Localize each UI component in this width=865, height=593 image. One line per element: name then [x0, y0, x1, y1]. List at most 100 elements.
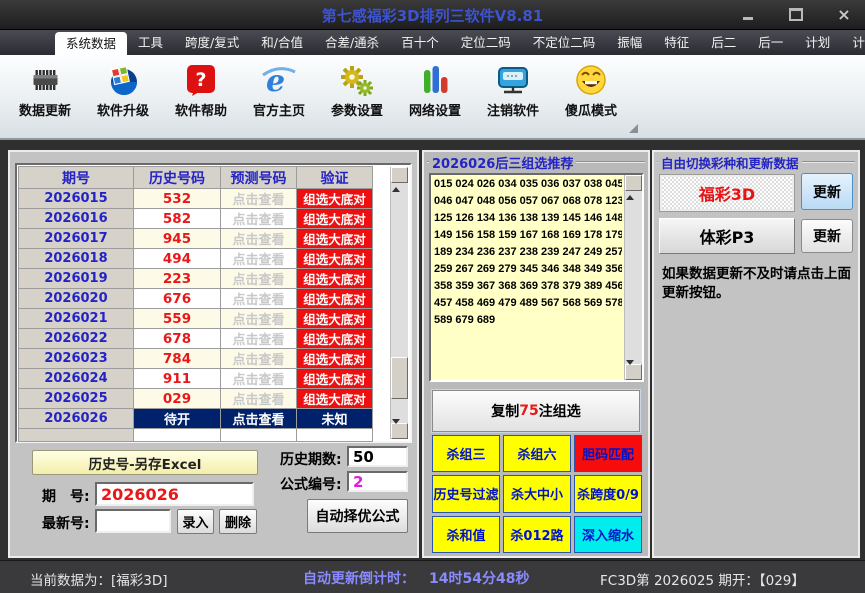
- menu-tab[interactable]: 跨度/复式: [174, 30, 250, 55]
- enter-button[interactable]: 录入: [177, 509, 214, 534]
- menu-tab[interactable]: 工具: [127, 30, 174, 55]
- table-empty-cell: [134, 429, 221, 442]
- filter-button[interactable]: 杀和值: [432, 515, 500, 553]
- scroll-down-button[interactable]: [391, 419, 408, 443]
- filter-button[interactable]: 深入缩水: [574, 515, 642, 553]
- toolbar-button[interactable]: ? 软件帮助: [164, 62, 238, 119]
- toolbar-button[interactable]: 网络设置: [398, 62, 472, 119]
- close-icon: ×: [837, 4, 851, 24]
- close-button[interactable]: ×: [835, 6, 853, 23]
- table-predict-link[interactable]: 点击查看: [221, 249, 297, 269]
- formula-number-input[interactable]: [347, 471, 408, 492]
- upgrade-icon: [105, 62, 141, 98]
- table-period-cell: 2026022: [19, 329, 134, 349]
- toolbar-button[interactable]: e 官方主页: [242, 62, 316, 119]
- table-verify-cell: 组选大底对: [297, 349, 373, 369]
- menu-tab[interactable]: 计划2: [841, 30, 865, 55]
- filter-button[interactable]: 杀大中小: [503, 475, 571, 513]
- toolbar-button[interactable]: 软件升级: [86, 62, 160, 119]
- numbers-scrollbar[interactable]: [624, 175, 642, 384]
- menu-tab[interactable]: 振幅: [606, 30, 653, 55]
- toolbar-button[interactable]: 参数设置: [320, 62, 394, 119]
- table-predict-link[interactable]: 点击查看: [221, 389, 297, 409]
- table-verify-cell: 组选大底对: [297, 269, 373, 289]
- table-predict-link[interactable]: 点击查看: [221, 189, 297, 209]
- table-predict-link[interactable]: 点击查看: [221, 369, 297, 389]
- table-period-cell: 2026018: [19, 249, 134, 269]
- table-period-cell: 2026023: [19, 349, 134, 369]
- main-toolbar: 数据更新 软件升级? 软件帮助 e 官方主页 参数设置 网络设置 注销软件 傻瓜模式: [0, 55, 865, 140]
- save-excel-button[interactable]: 历史号-另存Excel: [32, 450, 258, 475]
- lottery-switch-panel: 自由切换彩种和更新数据 福彩3D 更新 体彩P3 更新 如果数据更新不及时请点击…: [652, 150, 860, 558]
- recommend-numbers-text[interactable]: 015 024 026 034 035 036 037 038 045 046 …: [434, 176, 622, 378]
- menu-tab[interactable]: 不定位二码: [522, 30, 607, 55]
- delete-button[interactable]: 删除: [219, 509, 257, 534]
- table-predict-link[interactable]: 点击查看: [221, 229, 297, 249]
- table-predict-link[interactable]: 点击查看: [221, 209, 297, 229]
- window-title: 第七感福彩3D排列三软件V8.81: [321, 7, 544, 25]
- latest-number-label: 最新号:: [42, 516, 90, 532]
- table-predict-link[interactable]: 点击查看: [221, 289, 297, 309]
- table-empty-cell: [221, 429, 297, 442]
- arrow-down-icon: [626, 360, 634, 384]
- maximize-icon: [789, 8, 803, 21]
- arrow-up-icon: [626, 176, 634, 200]
- table-predict-link[interactable]: 点击查看: [221, 349, 297, 369]
- table-history-cell: 678: [134, 329, 221, 349]
- menu-tab[interactable]: 后一: [747, 30, 794, 55]
- scroll-down-button[interactable]: [625, 360, 642, 384]
- menu-tab[interactable]: 定位二码: [450, 30, 522, 55]
- table-history-cell: 582: [134, 209, 221, 229]
- table-history-cell: 676: [134, 289, 221, 309]
- maximize-button[interactable]: [787, 6, 805, 23]
- filter-button[interactable]: 杀跨度0/9: [574, 475, 642, 513]
- toolbar-button[interactable]: 数据更新: [8, 62, 82, 119]
- toolbar-grip-icon[interactable]: [629, 124, 638, 133]
- period-input[interactable]: [95, 482, 254, 506]
- fc3d-button[interactable]: 福彩3D: [659, 174, 795, 212]
- filter-button[interactable]: 杀012路: [503, 515, 571, 553]
- toolbar-button[interactable]: 注销软件: [476, 62, 550, 119]
- toolbar-button-label: 软件帮助: [174, 104, 227, 119]
- scroll-up-button[interactable]: [391, 167, 408, 192]
- table-scrollbar[interactable]: [390, 167, 408, 443]
- filter-button[interactable]: 历史号过滤: [432, 475, 500, 513]
- p3-button[interactable]: 体彩P3: [659, 218, 795, 254]
- table-predict-link[interactable]: 点击查看: [221, 309, 297, 329]
- filter-button[interactable]: 杀组三: [432, 435, 500, 473]
- toolbar-button[interactable]: 傻瓜模式: [554, 62, 628, 119]
- menu-tab[interactable]: 系统数据: [55, 32, 128, 55]
- menu-tab[interactable]: 百十个: [390, 30, 450, 55]
- table-verify-cell: 组选大底对: [297, 189, 373, 209]
- menu-tab[interactable]: 合差/通杀: [314, 30, 390, 55]
- network-bars-icon: [417, 62, 453, 98]
- copy-button-prefix: 复制: [491, 404, 520, 420]
- fc3d-update-button[interactable]: 更新: [801, 173, 853, 210]
- filter-button[interactable]: 胆码匹配: [574, 435, 642, 473]
- table-predict-link[interactable]: 点击查看: [221, 409, 297, 429]
- filter-button[interactable]: 杀组六: [503, 435, 571, 473]
- menu-tab[interactable]: 和/合值: [250, 30, 314, 55]
- table-verify-cell: 组选大底对: [297, 209, 373, 229]
- table-period-cell: 2026015: [19, 189, 134, 209]
- menu-tab[interactable]: 特征: [653, 30, 700, 55]
- table-predict-link[interactable]: 点击查看: [221, 329, 297, 349]
- countdown-label: 自动更新倒计时：: [303, 571, 415, 587]
- scroll-thumb[interactable]: [391, 357, 408, 399]
- toolbar-button-label: 数据更新: [18, 104, 71, 119]
- formula-number-label: 公式编号:: [280, 477, 342, 493]
- menu-tab[interactable]: 计划: [794, 30, 841, 55]
- scroll-up-button[interactable]: [625, 175, 642, 200]
- table-predict-link[interactable]: 点击查看: [221, 269, 297, 289]
- minimize-button[interactable]: [739, 6, 757, 23]
- table-empty-cell: [19, 429, 134, 442]
- recommend-group-title: 2026026后三组选推荐: [429, 153, 577, 172]
- p3-update-button[interactable]: 更新: [801, 219, 853, 253]
- menu-tab[interactable]: 后二: [700, 30, 747, 55]
- copy-selection-button[interactable]: 复制 75 注组选: [431, 389, 641, 433]
- history-count-input[interactable]: [347, 446, 408, 467]
- history-table-frame: 期号 历史号码 预测号码 验证 2026015 532 点击查看 组选大底对 2026016 58…: [15, 163, 412, 443]
- latest-number-input[interactable]: [95, 509, 171, 533]
- minimize-icon: [743, 16, 753, 20]
- auto-formula-button[interactable]: 自动择优公式: [307, 499, 408, 533]
